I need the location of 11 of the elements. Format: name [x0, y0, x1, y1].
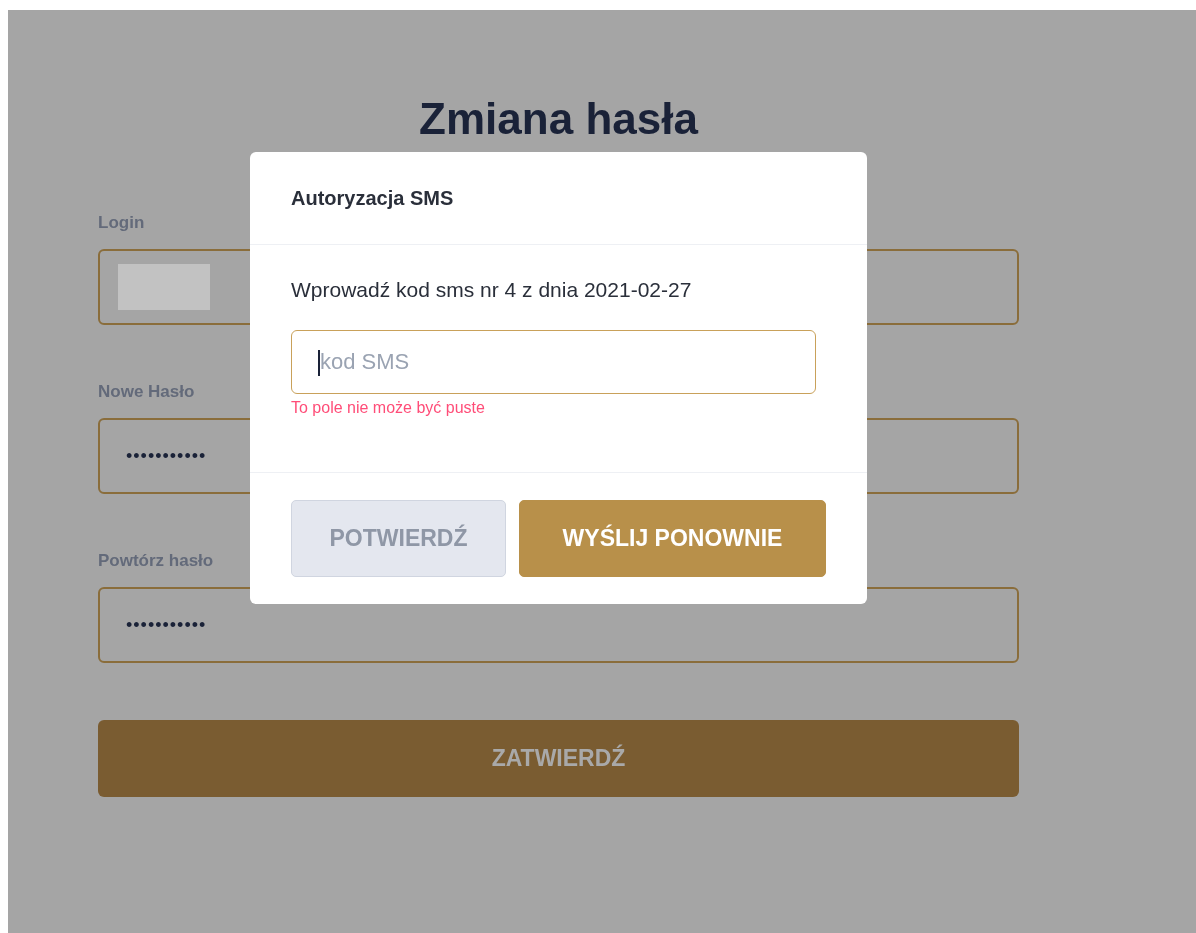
text-cursor	[318, 350, 320, 376]
dialog-message: Wprowadź kod sms nr 4 z dnia 2021-02-27	[291, 278, 692, 302]
dialog-title: Autoryzacja SMS	[291, 186, 454, 210]
field-label: Login	[98, 213, 145, 233]
sms-code-field[interactable]: kod SMS	[291, 330, 816, 394]
page-title: Zmiana hasła	[418, 94, 700, 144]
submit-button[interactable]: ZATWIERDŹ	[98, 720, 1019, 797]
field-label: Nowe Hasło	[98, 382, 195, 402]
resend-button[interactable]: WYŚLIJ PONOWNIE	[519, 500, 826, 577]
error-message: To pole nie może być puste	[291, 399, 485, 416]
field-label: Powtórz hasło	[98, 551, 214, 571]
